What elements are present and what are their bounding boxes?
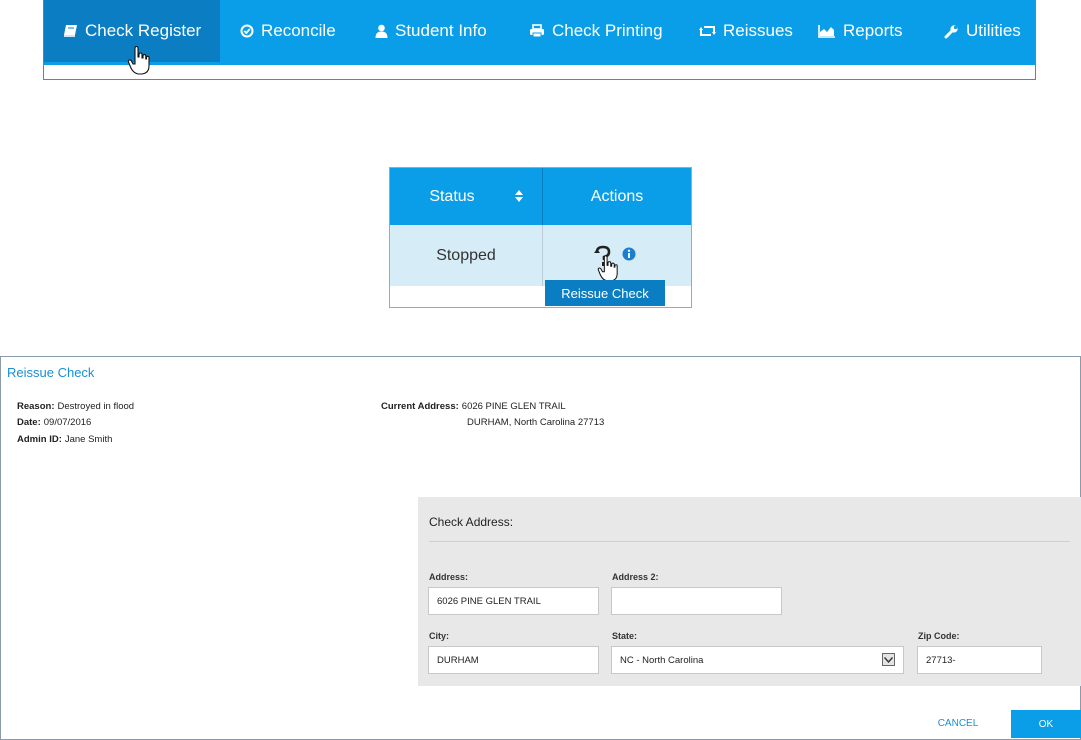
column-header-status[interactable]: Status (390, 168, 543, 225)
reason-label: Reason: (17, 401, 55, 412)
nav-bar: Check Register Reconcile Student Info Ch… (44, 0, 1035, 62)
main-nav: Check Register Reconcile Student Info Ch… (43, 0, 1036, 80)
area-chart-icon (818, 25, 835, 38)
address2-label: Address 2: (612, 572, 659, 582)
state-select[interactable]: NC - North Carolina (611, 646, 904, 674)
check-circle-icon (240, 24, 254, 38)
city-input[interactable]: DURHAM (428, 646, 599, 674)
reissue-check-dialog: Reissue Check Reason: Destroyed in flood … (0, 356, 1081, 740)
zip-label: Zip Code: (918, 631, 960, 641)
retweet-icon (699, 26, 716, 36)
nav-item-label: Check Printing (552, 21, 663, 40)
admin-label: Admin ID: (17, 434, 62, 445)
date-row: Date: 09/07/2016 (17, 417, 91, 428)
nav-item-label: Reissues (723, 21, 793, 40)
nav-item-label: Student Info (395, 21, 487, 40)
dialog-title: Reissue Check (7, 365, 95, 380)
info-icon[interactable] (622, 247, 636, 261)
book-icon (64, 25, 77, 37)
check-address-title: Check Address: (429, 515, 514, 529)
cancel-button[interactable]: CANCEL (927, 710, 989, 736)
admin-value: Jane Smith (64, 434, 113, 445)
nav-item-reports[interactable]: Reports (803, 0, 924, 62)
user-icon (375, 24, 388, 38)
chevron-down-icon[interactable] (882, 653, 895, 666)
zip-input[interactable]: 27713- (917, 646, 1042, 674)
state-selected-value: NC - North Carolina (620, 654, 704, 666)
sort-icon[interactable] (514, 189, 524, 203)
city-label: City: (429, 631, 449, 641)
date-value: 09/07/2016 (43, 417, 92, 428)
divider (429, 541, 1070, 542)
column-header-label: Actions (590, 187, 644, 205)
current-address-line2: DURHAM, North Carolina 27713 (467, 417, 605, 428)
printer-icon (530, 24, 544, 38)
hand-cursor-icon (127, 46, 150, 75)
check-address-panel: Check Address: Address: 6026 PINE GLEN T… (418, 497, 1081, 686)
nav-item-reissues[interactable]: Reissues (681, 0, 803, 62)
column-header-actions: Actions (543, 168, 691, 225)
reason-row: Reason: Destroyed in flood (17, 401, 134, 412)
nav-item-reconcile[interactable]: Reconcile (220, 0, 355, 62)
actions-cell (543, 225, 691, 286)
state-label: State: (612, 631, 638, 641)
nav-underline (44, 62, 1035, 65)
address-input[interactable]: 6026 PINE GLEN TRAIL (428, 587, 599, 615)
current-address-label: Current Address: (381, 401, 459, 412)
reason-value: Destroyed in flood (57, 401, 135, 412)
nav-item-label: Utilities (966, 21, 1021, 40)
column-header-label: Status (429, 187, 475, 205)
address2-input[interactable] (611, 587, 782, 615)
date-label: Date: (17, 417, 41, 428)
current-address-row: Current Address: 6026 PINE GLEN TRAIL (381, 401, 566, 412)
reissue-check-tooltip: Reissue Check (545, 280, 665, 306)
hand-cursor-icon (597, 255, 618, 282)
nav-item-student-info[interactable]: Student Info (355, 0, 508, 62)
admin-row: Admin ID: Jane Smith (17, 434, 112, 445)
status-cell: Stopped (390, 225, 543, 286)
ok-button[interactable]: OK (1011, 710, 1081, 738)
wrench-icon (944, 24, 958, 38)
nav-item-check-printing[interactable]: Check Printing (508, 0, 681, 62)
nav-item-utilities[interactable]: Utilities (924, 0, 1035, 62)
nav-item-label: Check Register (85, 21, 202, 40)
nav-item-label: Reports (843, 21, 903, 40)
nav-item-label: Reconcile (261, 21, 336, 40)
table-header: Status Actions (390, 168, 691, 225)
current-address-line1: 6026 PINE GLEN TRAIL (461, 401, 566, 412)
table-row: Stopped (390, 225, 691, 286)
address-label: Address: (429, 572, 469, 582)
